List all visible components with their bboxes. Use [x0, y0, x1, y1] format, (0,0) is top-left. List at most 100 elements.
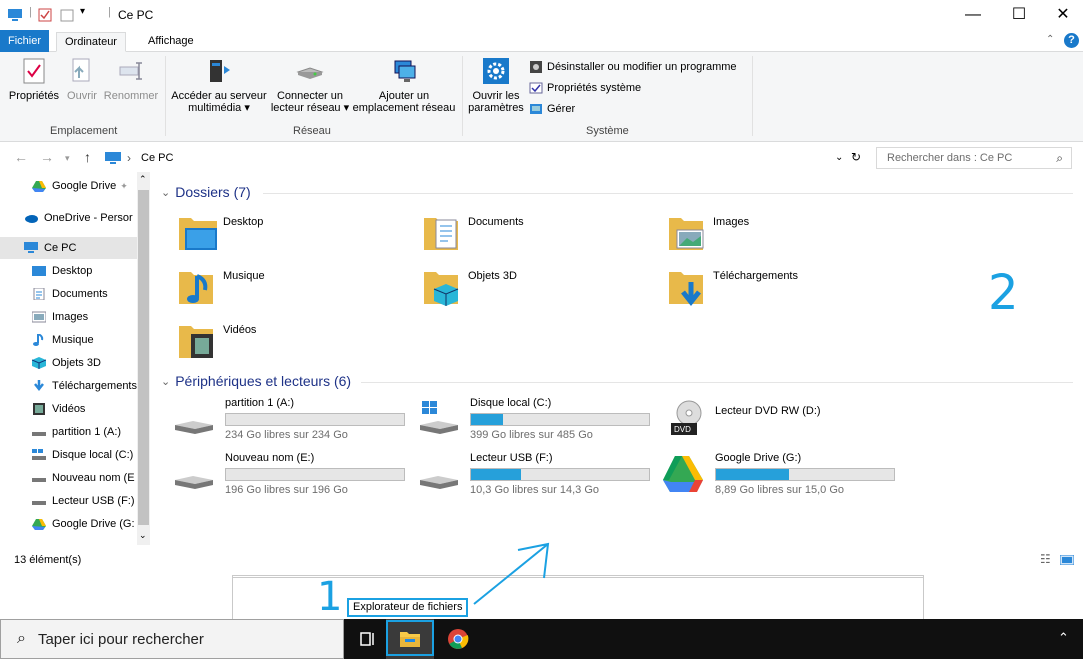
nav-scrollbar[interactable]: ⌃ ⌄	[137, 172, 150, 545]
devices-group-header[interactable]: ⌄ Périphériques et lecteurs (6)	[161, 373, 351, 389]
refresh-icon[interactable]: ↻	[851, 150, 861, 164]
nav-item-disque-c[interactable]: Disque local (C:)	[0, 444, 138, 466]
drive-f-usage-fill	[471, 469, 521, 480]
nav-item-lecteur-usb-f[interactable]: Lecteur USB (F:)	[0, 490, 138, 512]
usb-drive-icon	[420, 476, 458, 489]
media-server-icon	[210, 60, 230, 82]
search-input[interactable]: Rechercher dans : Ce PC ⌕	[876, 147, 1072, 169]
music-folder-icon	[179, 272, 213, 304]
customize-qa-icon[interactable]: ▾	[80, 6, 85, 17]
open-button[interactable]: Ouvrir	[62, 58, 102, 102]
nav-item-musique[interactable]: Musique	[0, 329, 138, 351]
search-icon: ⌕	[17, 630, 26, 647]
nav-item-ce-pc[interactable]: Ce PC	[0, 237, 138, 259]
nav-item-desktop[interactable]: Desktop	[0, 260, 138, 282]
address-input[interactable]: › Ce PC ⌄ ↻	[100, 147, 870, 169]
tab-affichage[interactable]: Affichage	[140, 32, 202, 52]
taskbar: ⌕ Taper ici pour rechercher ⌃	[0, 619, 1083, 659]
network-drive-icon	[296, 67, 324, 79]
drive-c-usage-bar	[470, 413, 650, 426]
task-view-icon	[360, 632, 374, 646]
breadcrumb-ce-pc[interactable]: Ce PC	[141, 152, 173, 164]
search-icon: ⌕	[1056, 151, 1063, 165]
annotation-highlight-box	[386, 620, 434, 656]
nav-item-nouveau-nom-e[interactable]: Nouveau nom (E	[0, 467, 138, 489]
properties-button[interactable]: Propriétés	[6, 58, 62, 102]
title-bar: | ▾ | Ce PC — ☐ ✕	[0, 0, 1083, 30]
new-folder-qa-icon[interactable]	[60, 8, 74, 22]
forward-arrow-icon[interactable]: →	[40, 149, 54, 165]
ribbon-tabs: Fichier Ordinateur Affichage ⌃ ?	[0, 30, 1083, 52]
nav-item-documents[interactable]: Documents	[0, 283, 138, 305]
folder-musique[interactable]: Musique	[177, 266, 417, 314]
google-drive-icon	[663, 456, 703, 492]
collapse-ribbon-icon[interactable]: ⌃	[1046, 34, 1054, 45]
videos-folder-icon	[179, 326, 213, 358]
taskbar-search-box[interactable]: ⌕ Taper ici pour rechercher	[0, 619, 344, 659]
content-pane: ⌄ Dossiers (7) Desktop Documents Images …	[155, 172, 1083, 545]
annotation-marker-2: 2	[988, 265, 1019, 321]
nav-scrollbar-thumb[interactable]	[138, 190, 149, 525]
close-button[interactable]: ✕	[1040, 0, 1083, 30]
group-label-reseau: Réseau	[293, 125, 331, 137]
tab-fichier[interactable]: Fichier	[0, 30, 50, 52]
add-network-location-button[interactable]: Ajouter un emplacement réseau	[352, 58, 456, 114]
show-hidden-icons-icon[interactable]: ⌃	[1058, 630, 1069, 646]
scroll-up-icon[interactable]: ⌃	[139, 174, 147, 185]
nav-item-partition-a[interactable]: partition 1 (A:)	[0, 421, 138, 443]
details-view-icon[interactable]: ☷	[1040, 552, 1051, 566]
nav-item-images[interactable]: Images	[0, 306, 138, 328]
scroll-down-icon[interactable]: ⌄	[139, 530, 147, 541]
address-dropdown-icon[interactable]: ⌄	[835, 152, 843, 163]
properties-icon	[23, 58, 45, 84]
folder-desktop[interactable]: Desktop	[177, 212, 417, 260]
drive-d-dvd[interactable]: DVD Lecteur DVD RW (D:)	[661, 397, 901, 445]
drive-e[interactable]: Nouveau nom (E:) 196 Go libres sur 196 G…	[171, 452, 411, 500]
recent-locations-icon[interactable]: ▾	[65, 153, 70, 164]
nav-item-google-drive[interactable]: Google Drive ✦	[0, 175, 138, 197]
settings-gear-icon	[483, 58, 509, 84]
music-icon	[33, 334, 44, 346]
folder-objets-3d[interactable]: Objets 3D	[422, 266, 662, 314]
annotation-marker-1: 1	[317, 574, 343, 620]
system-properties-command[interactable]: Propriétés système	[529, 81, 641, 95]
drive-a[interactable]: partition 1 (A:) 234 Go libres sur 234 G…	[171, 397, 411, 445]
uninstall-icon	[530, 61, 542, 73]
folder-images[interactable]: Images	[667, 212, 907, 260]
task-view-button[interactable]	[344, 619, 392, 659]
maximize-button[interactable]: ☐	[996, 0, 1042, 30]
objects3d-folder-icon	[424, 272, 459, 306]
large-icons-view-icon[interactable]	[1060, 555, 1074, 565]
nav-item-onedrive[interactable]: OneDrive - Persor	[0, 207, 138, 229]
nav-item-telechargements[interactable]: Téléchargements	[0, 375, 138, 397]
folder-videos[interactable]: Vidéos	[177, 320, 417, 368]
map-network-drive-button[interactable]: Connecter un lecteur réseau ▾	[268, 58, 352, 114]
manage-command[interactable]: Gérer	[529, 102, 575, 116]
chrome-taskbar-button[interactable]	[434, 619, 482, 659]
tab-ordinateur[interactable]: Ordinateur	[56, 32, 126, 52]
nav-item-google-drive-g[interactable]: Google Drive (G:	[0, 513, 138, 535]
drive-f-usb[interactable]: Lecteur USB (F:) 10,3 Go libres sur 14,3…	[416, 452, 656, 500]
folder-documents[interactable]: Documents	[422, 212, 662, 260]
open-settings-button[interactable]: Ouvrir les paramètres	[466, 58, 526, 114]
images-icon	[32, 311, 46, 323]
rename-button[interactable]: Renommer	[102, 58, 160, 102]
drive-g-google[interactable]: Google Drive (G:) 8,89 Go libres sur 15,…	[661, 452, 901, 500]
back-arrow-icon[interactable]: ←	[14, 149, 28, 165]
properties-qa-icon[interactable]	[38, 8, 52, 22]
folders-group-header[interactable]: ⌄ Dossiers (7)	[161, 184, 251, 200]
nav-item-videos[interactable]: Vidéos	[0, 398, 138, 420]
drive-c-usage-fill	[471, 414, 504, 425]
up-arrow-icon[interactable]: ↑	[84, 149, 91, 165]
explorer-tooltip: Explorateur de fichiers	[347, 598, 469, 617]
drive-c[interactable]: Disque local (C:) 399 Go libres sur 485 …	[416, 397, 656, 445]
windows-drive-icon	[420, 401, 458, 434]
minimize-button[interactable]: —	[950, 0, 996, 30]
nav-item-objets-3d[interactable]: Objets 3D	[0, 352, 138, 374]
folder-telechargements[interactable]: Téléchargements	[667, 266, 907, 314]
help-icon[interactable]: ?	[1064, 33, 1079, 48]
navigation-pane: Google Drive ✦ OneDrive - Persor Ce PC D…	[0, 172, 150, 545]
breadcrumb-chevron-icon[interactable]: ›	[127, 151, 131, 165]
uninstall-program-command[interactable]: Désinstaller ou modifier un programme	[529, 60, 737, 74]
media-server-button[interactable]: Accéder au serveur multimédia ▾	[170, 58, 268, 114]
